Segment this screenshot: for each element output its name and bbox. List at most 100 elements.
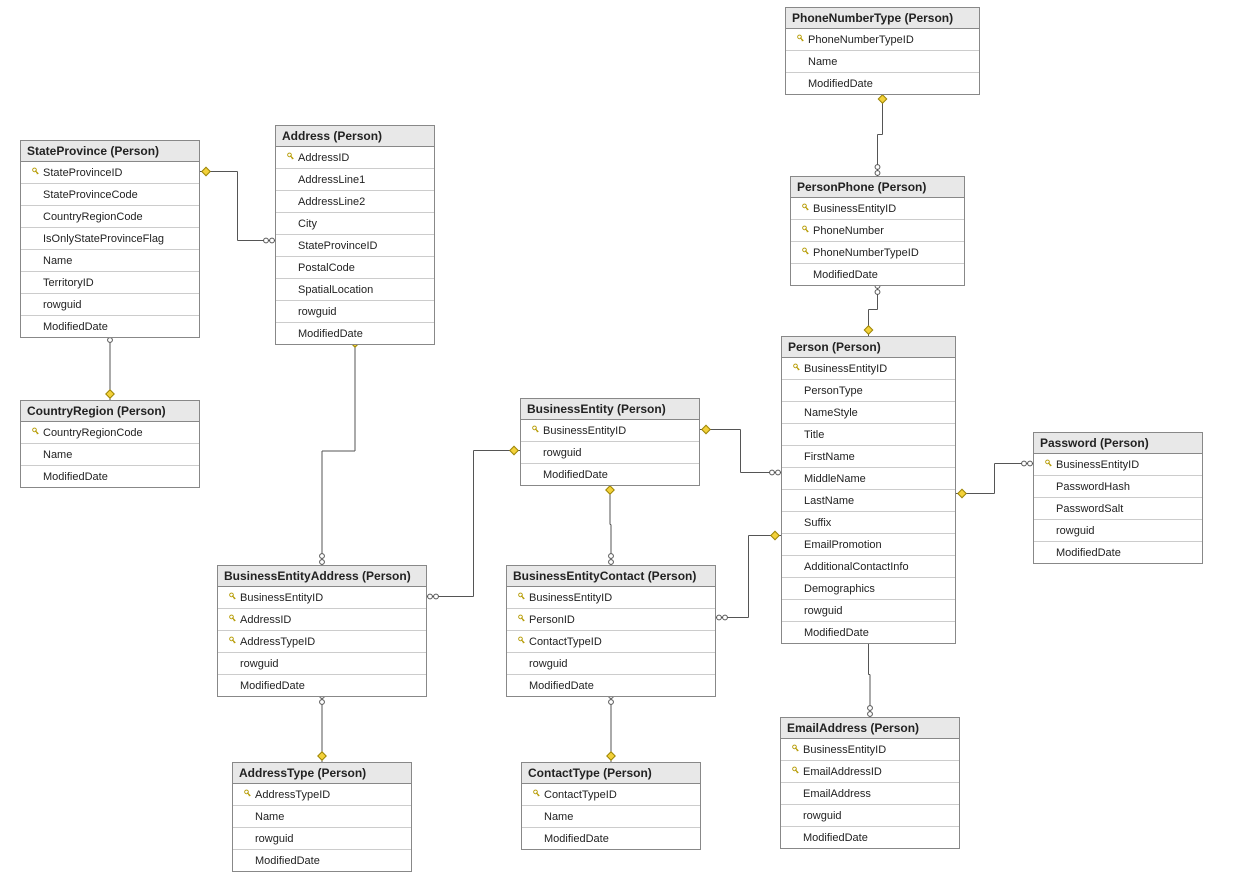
column-row[interactable]: BusinessEntityID xyxy=(507,587,715,609)
column-row[interactable]: Name xyxy=(233,806,411,828)
column-name: ModifiedDate xyxy=(542,833,696,845)
column-row[interactable]: PhoneNumber xyxy=(791,220,964,242)
column-row[interactable]: IsOnlyStateProvinceFlag xyxy=(21,228,199,250)
column-row[interactable]: AddressLine1 xyxy=(276,169,434,191)
column-row[interactable]: StateProvinceID xyxy=(276,235,434,257)
column-row[interactable]: AddressID xyxy=(276,147,434,169)
column-row[interactable]: City xyxy=(276,213,434,235)
table-header[interactable]: BusinessEntity (Person) xyxy=(521,399,699,420)
column-row[interactable]: EmailAddress xyxy=(781,783,959,805)
table-header[interactable]: BusinessEntityContact (Person) xyxy=(507,566,715,587)
column-row[interactable]: Name xyxy=(21,250,199,272)
column-row[interactable]: AdditionalContactInfo xyxy=(782,556,955,578)
column-row[interactable]: EmailAddressID xyxy=(781,761,959,783)
column-row[interactable]: PasswordHash xyxy=(1034,476,1202,498)
column-row[interactable]: SpatialLocation xyxy=(276,279,434,301)
column-row[interactable]: NameStyle xyxy=(782,402,955,424)
column-row[interactable]: BusinessEntityID xyxy=(218,587,426,609)
column-row[interactable]: PersonType xyxy=(782,380,955,402)
table-header[interactable]: Person (Person) xyxy=(782,337,955,358)
column-row[interactable]: ModifiedDate xyxy=(21,466,199,487)
table-personPhone[interactable]: PersonPhone (Person)BusinessEntityIDPhon… xyxy=(790,176,965,286)
column-row[interactable]: CountryRegionCode xyxy=(21,206,199,228)
column-row[interactable]: FirstName xyxy=(782,446,955,468)
column-row[interactable]: LastName xyxy=(782,490,955,512)
column-row[interactable]: ModifiedDate xyxy=(781,827,959,848)
column-row[interactable]: ContactTypeID xyxy=(507,631,715,653)
column-row[interactable]: BusinessEntityID xyxy=(781,739,959,761)
column-row[interactable]: EmailPromotion xyxy=(782,534,955,556)
column-row[interactable]: BusinessEntityID xyxy=(1034,454,1202,476)
column-row[interactable]: ContactTypeID xyxy=(522,784,700,806)
column-row[interactable]: rowguid xyxy=(21,294,199,316)
column-row[interactable]: rowguid xyxy=(233,828,411,850)
column-row[interactable]: AddressID xyxy=(218,609,426,631)
column-row[interactable]: AddressLine2 xyxy=(276,191,434,213)
table-phoneNumberType[interactable]: PhoneNumberType (Person)PhoneNumberTypeI… xyxy=(785,7,980,95)
table-header[interactable]: PhoneNumberType (Person) xyxy=(786,8,979,29)
column-row[interactable]: PhoneNumberTypeID xyxy=(786,29,979,51)
column-row[interactable]: Suffix xyxy=(782,512,955,534)
table-contactType[interactable]: ContactType (Person)ContactTypeIDName Mod… xyxy=(521,762,701,850)
column-row[interactable]: AddressTypeID xyxy=(218,631,426,653)
column-name: Demographics xyxy=(802,583,951,595)
table-emailAddress[interactable]: EmailAddress (Person)BusinessEntityIDEma… xyxy=(780,717,960,849)
column-row[interactable]: PostalCode xyxy=(276,257,434,279)
table-header[interactable]: PersonPhone (Person) xyxy=(791,177,964,198)
table-header[interactable]: CountryRegion (Person) xyxy=(21,401,199,422)
column-row[interactable]: BusinessEntityID xyxy=(791,198,964,220)
column-row[interactable]: ModifiedDate xyxy=(218,675,426,696)
column-row[interactable]: ModifiedDate xyxy=(507,675,715,696)
column-row[interactable]: ModifiedDate xyxy=(786,73,979,94)
table-header[interactable]: BusinessEntityAddress (Person) xyxy=(218,566,426,587)
column-row[interactable]: ModifiedDate xyxy=(233,850,411,871)
column-row[interactable]: Name xyxy=(21,444,199,466)
table-address[interactable]: Address (Person)AddressIDAddressLine1Add… xyxy=(275,125,435,345)
column-row[interactable]: ModifiedDate xyxy=(21,316,199,337)
table-header[interactable]: EmailAddress (Person) xyxy=(781,718,959,739)
column-row[interactable]: PasswordSalt xyxy=(1034,498,1202,520)
column-row[interactable]: BusinessEntityID xyxy=(521,420,699,442)
column-row[interactable]: AddressTypeID xyxy=(233,784,411,806)
column-row[interactable]: StateProvinceCode xyxy=(21,184,199,206)
column-name: SpatialLocation xyxy=(296,284,430,296)
column-name: rowguid xyxy=(541,447,695,459)
column-row[interactable]: rowguid xyxy=(218,653,426,675)
table-header[interactable]: ContactType (Person) xyxy=(522,763,700,784)
column-row[interactable]: ModifiedDate xyxy=(1034,542,1202,563)
column-row[interactable]: rowguid xyxy=(276,301,434,323)
column-row[interactable]: PersonID xyxy=(507,609,715,631)
table-businessEntity[interactable]: BusinessEntity (Person)BusinessEntityID r… xyxy=(520,398,700,486)
column-row[interactable]: rowguid xyxy=(521,442,699,464)
table-header[interactable]: Address (Person) xyxy=(276,126,434,147)
column-row[interactable]: Title xyxy=(782,424,955,446)
column-row[interactable]: TerritoryID xyxy=(21,272,199,294)
column-row[interactable]: Name xyxy=(786,51,979,73)
column-row[interactable]: ModifiedDate xyxy=(521,464,699,485)
column-row[interactable]: ModifiedDate xyxy=(782,622,955,643)
column-row[interactable]: rowguid xyxy=(1034,520,1202,542)
column-row[interactable]: BusinessEntityID xyxy=(782,358,955,380)
table-businessEntityAddress[interactable]: BusinessEntityAddress (Person)BusinessEn… xyxy=(217,565,427,697)
table-header[interactable]: Password (Person) xyxy=(1034,433,1202,454)
table-businessEntityContact[interactable]: BusinessEntityContact (Person)BusinessEn… xyxy=(506,565,716,697)
table-stateProvince[interactable]: StateProvince (Person)StateProvinceIDSta… xyxy=(20,140,200,338)
column-row[interactable]: ModifiedDate xyxy=(522,828,700,849)
table-header[interactable]: StateProvince (Person) xyxy=(21,141,199,162)
column-row[interactable]: ModifiedDate xyxy=(791,264,964,285)
column-row[interactable]: Name xyxy=(522,806,700,828)
column-row[interactable]: MiddleName xyxy=(782,468,955,490)
column-row[interactable]: ModifiedDate xyxy=(276,323,434,344)
column-row[interactable]: Demographics xyxy=(782,578,955,600)
table-countryRegion[interactable]: CountryRegion (Person)CountryRegionCodeN… xyxy=(20,400,200,488)
column-row[interactable]: rowguid xyxy=(507,653,715,675)
column-row[interactable]: StateProvinceID xyxy=(21,162,199,184)
column-row[interactable]: PhoneNumberTypeID xyxy=(791,242,964,264)
table-password[interactable]: Password (Person)BusinessEntityIDPasswor… xyxy=(1033,432,1203,564)
column-row[interactable]: rowguid xyxy=(781,805,959,827)
column-row[interactable]: rowguid xyxy=(782,600,955,622)
table-addressType[interactable]: AddressType (Person)AddressTypeIDNamerow… xyxy=(232,762,412,872)
column-row[interactable]: CountryRegionCode xyxy=(21,422,199,444)
table-header[interactable]: AddressType (Person) xyxy=(233,763,411,784)
table-person[interactable]: Person (Person)BusinessEntityIDPersonTyp… xyxy=(781,336,956,644)
